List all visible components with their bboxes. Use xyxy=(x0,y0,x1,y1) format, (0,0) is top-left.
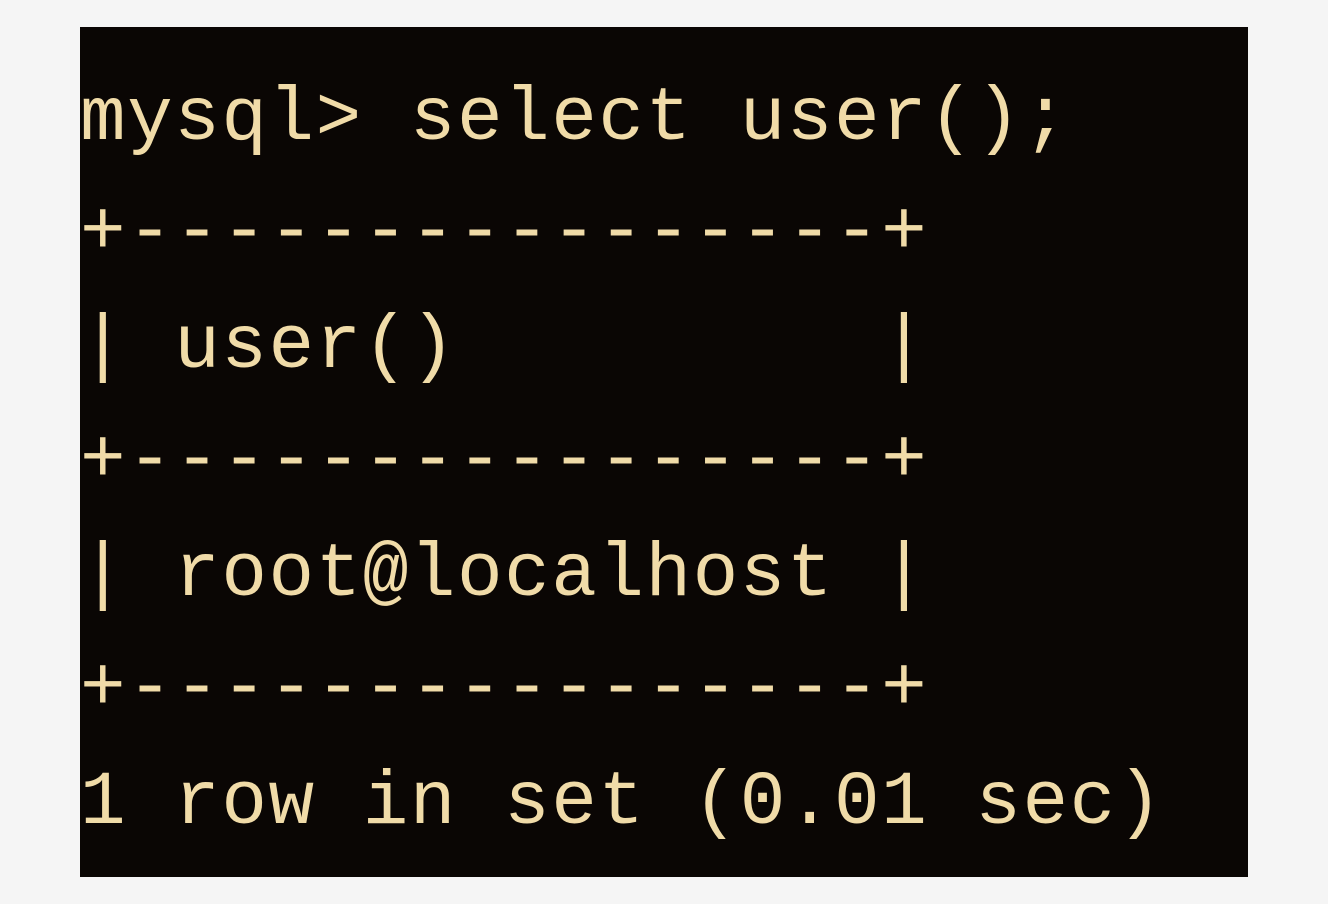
sql-command: select user(); xyxy=(410,76,1070,162)
table-data-row: | root@localhost | xyxy=(80,518,1248,632)
table-column-header: | user() | xyxy=(80,290,1248,404)
command-line: mysql> select user(); xyxy=(80,62,1248,176)
status-line: 1 row in set (0.01 sec) xyxy=(80,746,1248,860)
table-mid-border: +----------------+ xyxy=(80,404,1248,518)
terminal-window[interactable]: mysql> select user(); +----------------+… xyxy=(80,27,1248,877)
table-bottom-border: +----------------+ xyxy=(80,632,1248,746)
mysql-prompt: mysql> xyxy=(80,76,410,162)
table-top-border: +----------------+ xyxy=(80,176,1248,290)
